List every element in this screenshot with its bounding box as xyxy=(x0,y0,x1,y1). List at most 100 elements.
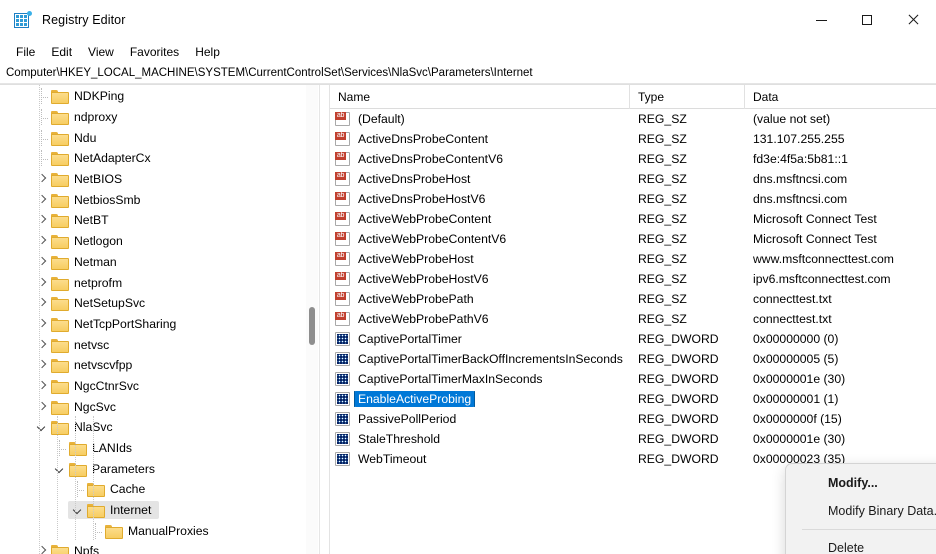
cell-name: ActiveWebProbeHostV6 xyxy=(330,271,630,287)
tree-item-netvsc[interactable]: netvsc xyxy=(0,334,318,355)
tree-item-netvscvfpp[interactable]: netvscvfpp xyxy=(0,355,318,376)
table-row[interactable]: ActiveDnsProbeContent REG_SZ 131.107.255.2… xyxy=(330,129,936,149)
table-row[interactable]: EnableActiveProbing REG_DWORD 0x00000001 (… xyxy=(330,389,936,409)
cell-type: REG_DWORD xyxy=(638,392,719,406)
table-row[interactable]: ActiveDnsProbeHostV6 REG_SZ dns.msftncsi.c… xyxy=(330,189,936,209)
title-bar: Registry Editor xyxy=(0,0,936,40)
table-row[interactable]: ActiveDnsProbeContentV6 REG_SZ fd3e:4f5a:5… xyxy=(330,149,936,169)
table-row[interactable]: StaleThreshold REG_DWORD 0x0000001e (30) xyxy=(330,429,936,449)
chevron-right-icon[interactable] xyxy=(34,316,50,332)
tree-item-netadaptercx[interactable]: NetAdapterCx xyxy=(0,148,318,169)
menu-favorites[interactable]: Favorites xyxy=(122,42,187,62)
context-menu-item-modify[interactable]: Modify... xyxy=(790,469,936,497)
cell-name: ActiveDnsProbeHost xyxy=(330,171,630,187)
tree-item-cache[interactable]: Cache xyxy=(0,479,318,500)
chevron-right-icon[interactable] xyxy=(34,192,50,208)
folder-icon xyxy=(51,110,69,126)
chevron-right-icon[interactable] xyxy=(34,295,50,311)
table-row[interactable]: (Default) REG_SZ (value not set) xyxy=(330,109,936,129)
chevron-right-icon[interactable] xyxy=(34,337,50,353)
tree-item-netbiossmb[interactable]: NetbiosSmb xyxy=(0,189,318,210)
tree-item-ndu[interactable]: Ndu xyxy=(0,127,318,148)
chevron-right-icon[interactable] xyxy=(34,254,50,270)
table-row[interactable]: ActiveWebProbeContent REG_SZ Microsoft Con… xyxy=(330,209,936,229)
maximize-button[interactable] xyxy=(844,0,890,40)
tree-item-parameters[interactable]: Parameters xyxy=(0,458,318,479)
pane-splitter[interactable] xyxy=(319,85,329,554)
tree-item-ndproxy[interactable]: ndproxy xyxy=(0,107,318,128)
column-header-data[interactable]: Data xyxy=(745,85,936,109)
chevron-right-icon[interactable] xyxy=(34,275,50,291)
registry-values-pane: Name Type Data (Default) REG_SZ (value not… xyxy=(330,85,936,554)
minimize-button[interactable] xyxy=(798,0,844,40)
tree-item-nlasvc[interactable]: NlaSvc xyxy=(0,417,318,438)
tree-item-label: Internet xyxy=(110,503,152,518)
table-row[interactable]: CaptivePortalTimerMaxInSeconds REG_DWORD 0… xyxy=(330,369,936,389)
tree-item-nettcpportsharing[interactable]: NetTcpPortSharing xyxy=(0,314,318,335)
column-header-type[interactable]: Type xyxy=(630,85,745,109)
table-row[interactable]: ActiveWebProbeHost REG_SZ www.msftconnectt… xyxy=(330,249,936,269)
tree-item-netbios[interactable]: NetBIOS xyxy=(0,169,318,190)
table-row[interactable]: ActiveWebProbePathV6 REG_SZ connecttest.tx… xyxy=(330,309,936,329)
menu-help[interactable]: Help xyxy=(187,42,228,62)
folder-icon xyxy=(87,503,105,519)
cell-type: REG_SZ xyxy=(638,312,687,326)
tree-item-netbt[interactable]: NetBT xyxy=(0,210,318,231)
menu-file[interactable]: File xyxy=(8,42,43,62)
chevron-right-icon[interactable] xyxy=(34,399,50,415)
tree-item-lanids[interactable]: LANIds xyxy=(0,438,318,459)
tree-item-label: NetbiosSmb xyxy=(74,192,141,207)
table-row[interactable]: CaptivePortalTimer REG_DWORD 0x00000000 (0… xyxy=(330,329,936,349)
address-bar[interactable]: Computer\HKEY_LOCAL_MACHINE\SYSTEM\Curre… xyxy=(0,63,936,84)
tree-scrollbar-thumb[interactable] xyxy=(309,307,315,345)
value-name-label: ActiveWebProbeHost xyxy=(358,252,474,266)
cell-name: StaleThreshold xyxy=(330,431,630,447)
table-row[interactable]: ActiveWebProbeHostV6 REG_SZ ipv6.msftconne… xyxy=(330,269,936,289)
table-row[interactable]: ActiveWebProbeContentV6 REG_SZ Microsoft C… xyxy=(330,229,936,249)
tree-item-npfs[interactable]: Npfs xyxy=(0,541,318,554)
chevron-down-icon[interactable] xyxy=(52,461,68,477)
tree-scrollbar[interactable] xyxy=(306,85,318,554)
chevron-right-icon[interactable] xyxy=(34,378,50,394)
tree-item-label: LANIds xyxy=(92,441,132,456)
chevron-down-icon[interactable] xyxy=(70,502,86,518)
dword-value-icon xyxy=(335,332,350,346)
chevron-right-icon[interactable] xyxy=(34,171,50,187)
table-row[interactable]: PassivePollPeriod REG_DWORD 0x0000000f (15… xyxy=(330,409,936,429)
cell-data: Microsoft Connect Test xyxy=(753,212,877,226)
tree-item-netprofm[interactable]: netprofm xyxy=(0,272,318,293)
tree-item-netman[interactable]: Netman xyxy=(0,252,318,273)
menu-view[interactable]: View xyxy=(80,42,122,62)
tree-item-netsetupsvc[interactable]: NetSetupSvc xyxy=(0,293,318,314)
folder-icon xyxy=(87,482,105,498)
chevron-down-icon[interactable] xyxy=(34,419,50,435)
table-row[interactable]: ActiveDnsProbeHost REG_SZ dns.msftncsi.com xyxy=(330,169,936,189)
chevron-right-icon[interactable] xyxy=(34,357,50,373)
tree-item-netlogon[interactable]: Netlogon xyxy=(0,231,318,252)
tree-item-ngcsvc[interactable]: NgcSvc xyxy=(0,396,318,417)
chevron-right-icon[interactable] xyxy=(34,233,50,249)
close-button[interactable] xyxy=(890,0,936,40)
context-menu-item-modify-binary-data[interactable]: Modify Binary Data... xyxy=(790,497,936,525)
chevron-right-icon[interactable] xyxy=(34,543,50,554)
table-row[interactable]: CaptivePortalTimerBackOffIncrementsInSec… xyxy=(330,349,936,369)
tree-item-internet[interactable]: Internet xyxy=(0,500,318,521)
cell-data: dns.msftncsi.com xyxy=(753,172,848,186)
menu-edit[interactable]: Edit xyxy=(43,42,80,62)
tree-item-ndkping[interactable]: NDKPing xyxy=(0,86,318,107)
column-header-name[interactable]: Name xyxy=(330,85,630,109)
tree-item-label: NgcSvc xyxy=(74,399,116,414)
tree-item-manualproxies[interactable]: ManualProxies xyxy=(0,520,318,541)
tree-item-ngcctnrsvc[interactable]: NgcCtnrSvc xyxy=(0,376,318,397)
cell-data: dns.msftncsi.com xyxy=(753,192,848,206)
string-value-icon xyxy=(335,192,350,206)
registry-editor-icon xyxy=(14,11,32,29)
cell-data: Microsoft Connect Test xyxy=(753,232,877,246)
context-menu-item-delete[interactable]: Delete xyxy=(790,534,936,554)
cell-name: WebTimeout xyxy=(330,451,630,467)
string-value-icon xyxy=(335,292,350,306)
chevron-right-icon[interactable] xyxy=(34,212,50,228)
value-name-label: ActiveWebProbePathV6 xyxy=(358,312,489,326)
table-row[interactable]: ActiveWebProbePath REG_SZ connecttest.txt xyxy=(330,289,936,309)
list-header: Name Type Data xyxy=(330,85,936,109)
